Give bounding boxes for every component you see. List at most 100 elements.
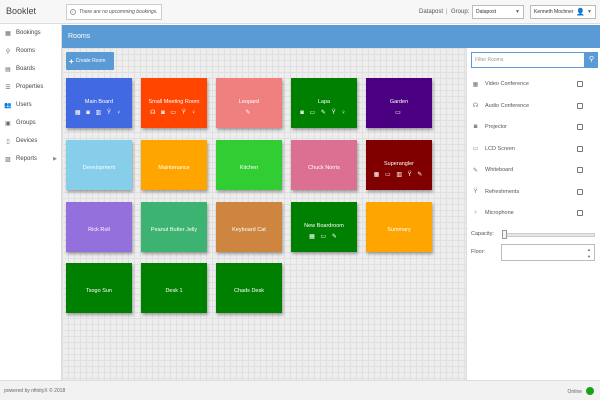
room-name: Main Board (84, 99, 114, 105)
sidebar-item-label: Properties (16, 84, 44, 90)
room-name: Peanut Butter Jelly (150, 227, 198, 233)
feature-label: Microphone (485, 210, 514, 216)
room-tile[interactable]: Garden ▭ (366, 78, 432, 128)
search-button[interactable]: ⚲ (585, 52, 598, 68)
sidebar-item-label: Reports (16, 156, 38, 162)
room-tile[interactable]: Peanut Butter Jelly (141, 202, 207, 252)
stepper-up-icon[interactable]: ▲ (587, 247, 591, 252)
feature-filter-row: ☊ Audio Conference (471, 100, 597, 112)
room-name: Leopard (238, 99, 260, 105)
sidebar-item-bookings[interactable]: ▦ Bookings (0, 24, 61, 42)
feature-checkbox[interactable] (577, 188, 583, 195)
room-name: Superangler (384, 161, 414, 167)
app-title[interactable]: Booklet (6, 6, 36, 16)
sidebar-item-devices[interactable]: ▯ Devices (0, 132, 61, 150)
room-tile[interactable]: Tsogo Sun (66, 263, 132, 313)
sidebar-item-properties[interactable]: ☰ Properties (0, 78, 61, 96)
room-tile[interactable]: Desk 1 (141, 263, 207, 313)
capacity-slider-track[interactable] (503, 233, 595, 237)
room-tile[interactable]: New Boardroom ▦ ▭ ✎ (291, 202, 357, 252)
footer-text: powered by nfinityX © 2018 (4, 388, 66, 394)
sidebar-item-label: Boards (16, 66, 36, 72)
stepper-down-icon[interactable]: ▼ (587, 254, 591, 259)
sidebar-item-label: Bookings (16, 30, 41, 36)
feature-filter-row: Ÿ Refreshments (471, 186, 597, 198)
room-name: Chuck Norris (308, 165, 340, 171)
room-name: Kitchen (239, 165, 259, 171)
search-icon: ⚲ (588, 56, 595, 63)
room-name: Garden (389, 99, 409, 105)
room-tile[interactable]: Chads Desk (216, 263, 282, 313)
sidebar-item-rooms[interactable]: ⚲ Rooms (0, 42, 61, 60)
room-name: Chads Desk (234, 288, 264, 294)
sidebar-item-users[interactable]: 👥 Users (0, 96, 61, 114)
sidebar-item-label: Groups (16, 120, 36, 126)
capacity-label: Capacity: (471, 231, 494, 237)
room-tile[interactable]: Small Meeting Room ☊ ◙ ▭ Ÿ ♀ (141, 78, 207, 128)
room-tile[interactable]: Chuck Norris (291, 140, 357, 190)
sidebar-item-label: Devices (16, 138, 38, 144)
room-tile[interactable]: Superangler ▦ ▭ ▥ Ÿ ✎ (366, 140, 432, 190)
create-room-label: Create Room (75, 58, 106, 64)
create-room-button[interactable]: + Create Room (66, 52, 114, 70)
capacity-slider-handle[interactable] (502, 230, 507, 239)
upcoming-bookings-notice: i There are no upcomming bookings. (66, 4, 162, 20)
page-title: Rooms (68, 33, 91, 40)
feature-checkbox[interactable] (577, 210, 583, 216)
room-amenity-icons: ▦ ◙ ▥ Ÿ ♀ (74, 110, 124, 116)
room-name: New Boardroom (304, 223, 344, 229)
room-amenity-icons: ◙ ▭ ✎ Ÿ ♀ (300, 110, 348, 116)
feature-checkbox[interactable] (577, 124, 583, 130)
section-header: Rooms (62, 25, 600, 48)
board-icon: ▤ (5, 66, 11, 73)
group-select-value: Datapost (476, 9, 497, 15)
room-tile[interactable]: Leopard ✎ (216, 78, 282, 128)
projector-icon: ◙ (473, 124, 478, 130)
feature-label: Video Conference (485, 81, 529, 87)
sidebar-item-label: Users (16, 102, 32, 108)
filter-panel: Filter Rooms ⚲ ▦ Video Conference ☊ Audio C… (466, 48, 600, 380)
room-amenity-icons: ✎ (245, 110, 253, 116)
rooms-grid: + Create Room Main Board ▦ ◙ ▥ Ÿ ♀ Small M… (62, 48, 466, 380)
feature-label: Audio Conference (485, 102, 530, 109)
room-tile[interactable]: Lapa ◙ ▭ ✎ Ÿ ♀ (291, 78, 357, 128)
sidebar-item-groups[interactable]: ▣ Groups (0, 114, 61, 132)
feature-filter-row: ▦ Video Conference (471, 78, 597, 90)
floor-input[interactable]: ▲ ▼ (501, 244, 595, 261)
sidebar-item-boards[interactable]: ▤ Boards (0, 60, 61, 78)
room-tile[interactable]: Main Board ▦ ◙ ▥ Ÿ ♀ (66, 78, 132, 128)
room-tile[interactable]: Rick Roll (66, 202, 132, 252)
feature-checkbox[interactable] (577, 167, 583, 173)
room-amenity-icons: ☊ ◙ ▭ Ÿ ♀ (150, 110, 198, 116)
device-icon: ▯ (6, 138, 10, 145)
user-icon: 👤 (576, 9, 585, 16)
feature-label: Refreshments (485, 188, 520, 195)
users-icon: 👥 (4, 102, 12, 109)
room-amenity-icons: ▦ ▭ ▥ Ÿ ✎ (373, 172, 425, 178)
room-name: Small Meeting Room (148, 99, 200, 105)
room-tile[interactable]: Development (66, 140, 132, 190)
room-name: Development (82, 165, 116, 171)
separator: | (446, 9, 448, 15)
sidebar-item-reports[interactable]: ▨ Reports ▶ (0, 150, 61, 168)
room-tile[interactable]: Keyboard Cat (216, 202, 282, 252)
group-select[interactable]: Datapost ▼ (472, 5, 524, 19)
location-label: Datapost (419, 9, 444, 15)
room-tile[interactable]: Kitchen (216, 140, 282, 190)
feature-checkbox[interactable] (577, 81, 583, 87)
edit-icon: ✎ (472, 167, 479, 174)
feature-checkbox[interactable] (577, 102, 583, 109)
monitor-icon: ▭ (472, 146, 479, 152)
user-menu[interactable]: Kenneth Mochner 👤 ▼ (530, 5, 596, 19)
room-tile[interactable]: Maintenance (141, 140, 207, 190)
glass-icon: Ÿ (473, 188, 478, 195)
filter-rooms-input[interactable]: Filter Rooms (471, 52, 585, 68)
feature-checkbox[interactable] (577, 145, 583, 152)
calendar-icon: ▦ (5, 30, 11, 37)
chevron-right-icon: ▶ (53, 156, 57, 162)
chevron-down-icon: ▼ (515, 9, 520, 15)
room-tile[interactable]: Summary (366, 202, 432, 252)
room-name: Lapa (317, 99, 331, 105)
feature-label: LCD Screen (485, 145, 515, 152)
feature-filter-row: ✎ Whiteboard (471, 164, 597, 176)
